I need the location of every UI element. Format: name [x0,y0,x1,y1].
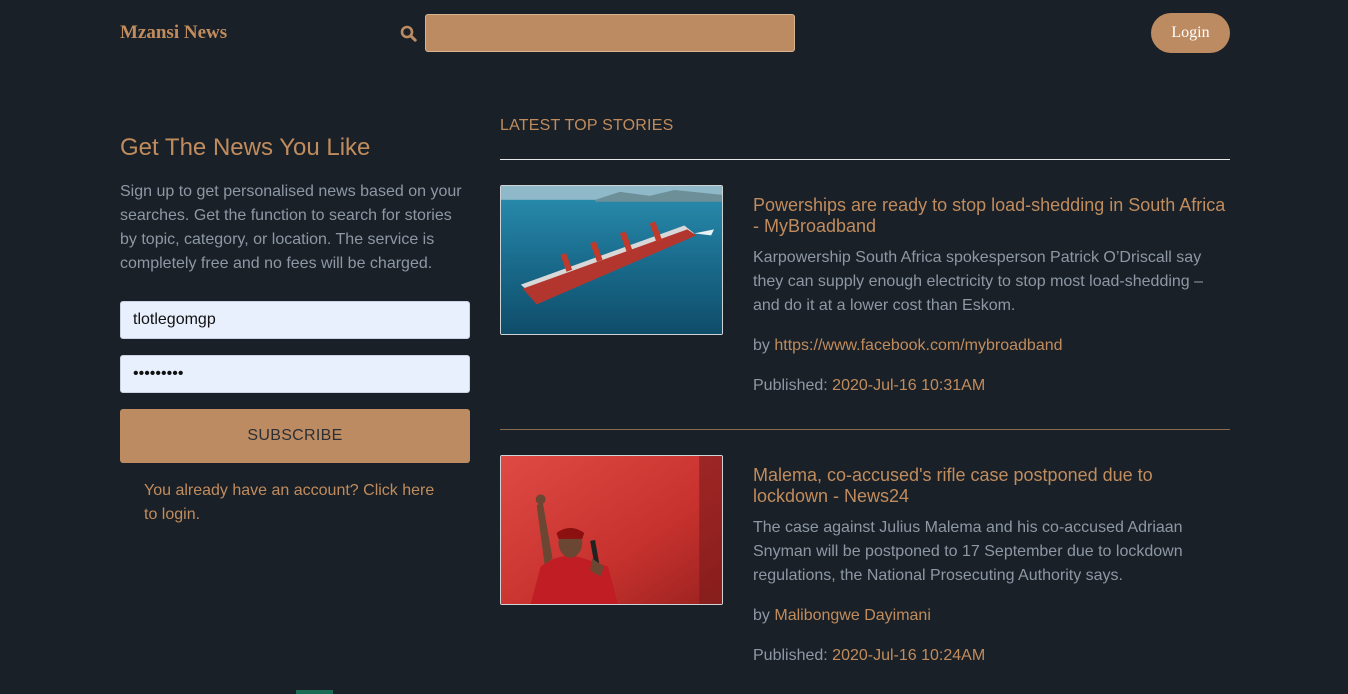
byline-label: by [753,337,770,354]
story-author-link[interactable]: Malibongwe Dayimani [774,607,931,624]
brand-logo[interactable]: Mzansi News [120,22,227,44]
section-title: LATEST TOP STORIES [500,117,674,134]
search-icon [400,25,417,42]
story-summary: Karpowership South Africa spokesperson P… [753,249,1204,314]
login-link[interactable]: You already have an account? Click here … [120,479,470,527]
signup-panel: Get The News You Like Sign up to get per… [120,130,470,527]
signup-intro: Sign up to get personalised news based o… [120,183,462,272]
username-field[interactable] [120,301,470,339]
story-author-link[interactable]: https://www.facebook.com/mybroadband [774,337,1062,354]
story-byline: by Malibongwe Dayimani [753,604,1230,628]
search-input[interactable] [425,14,795,52]
subscribe-button[interactable]: SUBSCRIBE [120,409,470,463]
top-navbar: Mzansi News Login [0,0,1348,66]
published-label: Published: [753,377,828,394]
story-card: Powerships are ready to stop load-sheddi… [500,160,1230,429]
story-title[interactable]: Powerships are ready to stop load-sheddi… [753,195,1230,237]
story-image[interactable] [500,185,723,335]
byline-label: by [753,607,770,624]
powership-ship-photo [501,186,722,334]
story-byline: by https://www.facebook.com/mybroadband [753,334,1230,358]
story-title[interactable]: Malema, co-accused's rifle case postpone… [753,465,1230,507]
published-label: Published: [753,647,828,664]
story-card: Malema, co-accused's rifle case postpone… [500,430,1230,694]
story-summary: The case against Julius Malema and his c… [753,519,1183,584]
login-button[interactable]: Login [1151,13,1230,53]
story-body: Malema, co-accused's rifle case postpone… [753,465,1230,668]
speaker-red-background-photo [501,456,722,604]
story-body: Powerships are ready to stop load-sheddi… [753,195,1230,398]
bottom-tab-indicator [296,690,333,694]
published-date: 2020-Jul-16 10:24AM [832,647,986,664]
published-date: 2020-Jul-16 10:31AM [832,377,986,394]
story-published: Published: 2020-Jul-16 10:24AM [753,644,1230,668]
stories-section: LATEST TOP STORIES Powerships are ready … [500,115,1230,694]
signup-heading: Get The News You Like [120,134,371,161]
password-field[interactable] [120,355,470,393]
story-published: Published: 2020-Jul-16 10:31AM [753,374,1230,398]
story-image[interactable] [500,455,723,605]
